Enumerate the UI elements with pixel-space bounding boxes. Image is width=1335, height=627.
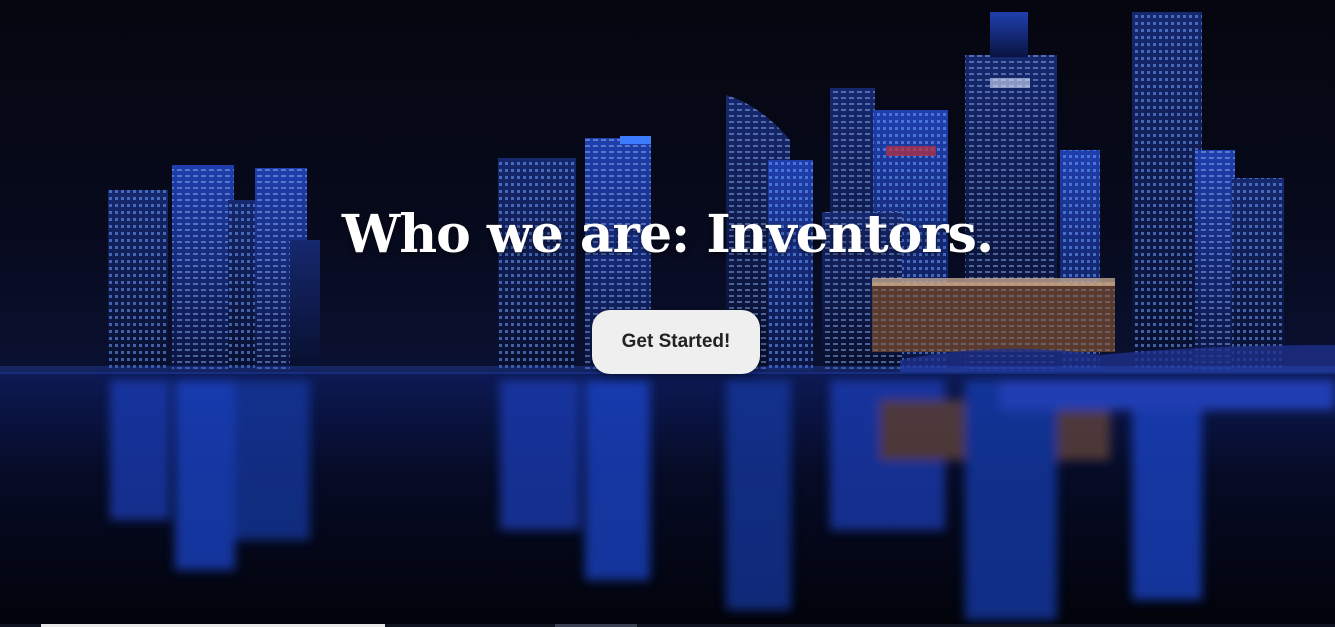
hero-headline: Who we are: Inventors. xyxy=(341,204,994,265)
get-started-button[interactable]: Get Started! xyxy=(592,310,760,374)
hero-section: Who we are: Inventors. Get Started! xyxy=(0,0,1335,627)
